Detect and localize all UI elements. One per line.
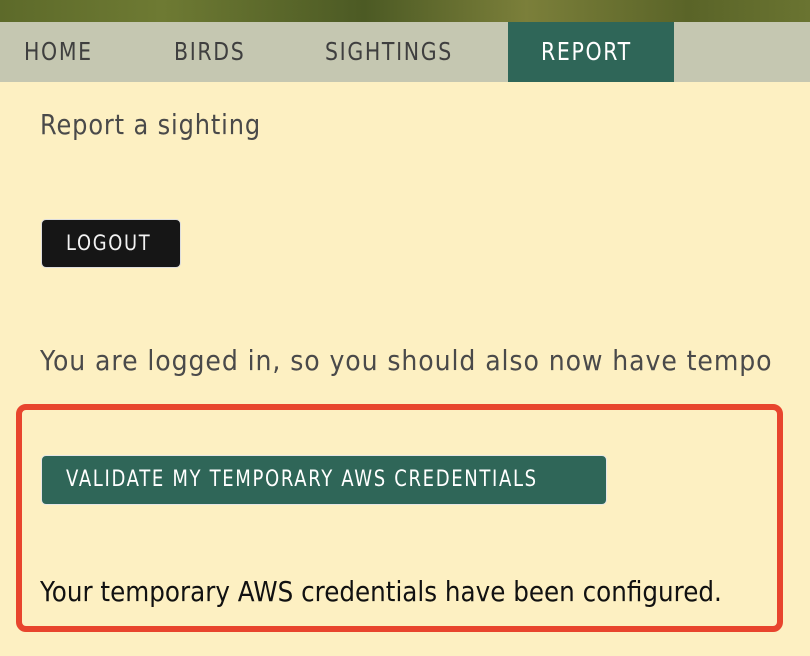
credentials-status-message: Your temporary AWS credentials have been… [40, 575, 722, 608]
nav-item-report-label: REPORT [541, 37, 632, 66]
nav-item-report[interactable]: REPORT [508, 22, 674, 82]
main-nav: HOME BIRDS SIGHTINGS REPORT [0, 22, 810, 82]
nav-item-home[interactable]: HOME [24, 22, 93, 82]
logout-button[interactable]: LOGOUT [41, 219, 181, 268]
validate-credentials-button-label: VALIDATE MY TEMPORARY AWS CREDENTIALS [66, 467, 538, 492]
nav-item-sightings[interactable]: SIGHTINGS [325, 22, 453, 82]
logged-in-message: You are logged in, so you should also no… [40, 344, 773, 377]
nav-item-birds[interactable]: BIRDS [174, 22, 245, 82]
validate-credentials-button[interactable]: VALIDATE MY TEMPORARY AWS CREDENTIALS [41, 455, 607, 505]
page-title: Report a sighting [40, 108, 261, 141]
logout-button-label: LOGOUT [66, 231, 152, 255]
header-banner-image [0, 0, 810, 22]
